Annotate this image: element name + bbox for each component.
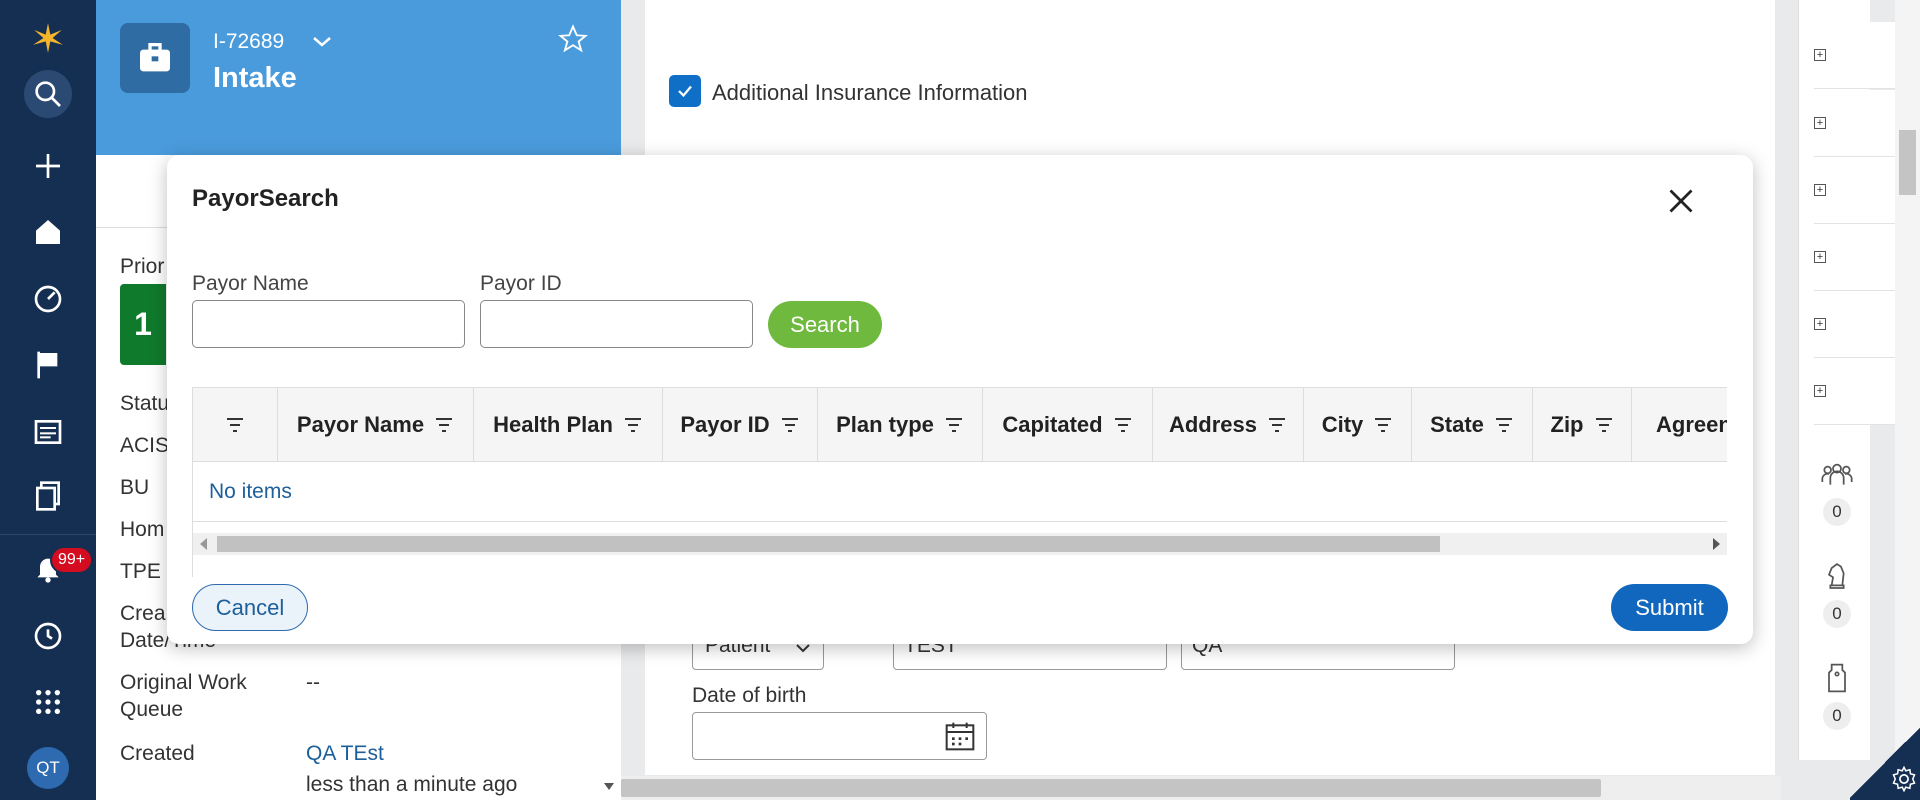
select-column-header[interactable]	[193, 388, 278, 461]
payor-id-label: Payor ID	[480, 272, 562, 295]
grid-horizontal-scrollbar[interactable]	[193, 533, 1727, 555]
filter-icon	[436, 417, 453, 432]
column-header-label: Payor ID	[680, 411, 770, 437]
column-header-state[interactable]: State	[1412, 388, 1533, 461]
column-header-address[interactable]: Address	[1153, 388, 1304, 461]
empty-row: No items	[193, 462, 1727, 522]
column-header-label: Capitated	[1002, 411, 1103, 437]
grid-header: Payor Name Health Plan Payor ID Plan typ…	[193, 387, 1727, 462]
column-header-label: Zip	[1550, 411, 1584, 437]
close-icon[interactable]	[1663, 183, 1699, 219]
scroll-right-icon[interactable]	[1713, 538, 1720, 550]
column-header-label: State	[1430, 411, 1484, 437]
column-header-label: Agreen	[1656, 411, 1727, 437]
search-button[interactable]: Search	[768, 301, 882, 348]
scrollbar-thumb[interactable]	[217, 536, 1440, 552]
column-header-payor-id[interactable]: Payor ID	[663, 388, 818, 461]
filter-icon	[1495, 417, 1512, 432]
column-header-label: Health Plan	[493, 411, 613, 437]
submit-button[interactable]: Submit	[1611, 584, 1728, 631]
scroll-left-icon[interactable]	[200, 538, 207, 550]
filter-icon	[1114, 417, 1131, 432]
column-header-label: Address	[1168, 411, 1258, 437]
filter-icon	[227, 417, 243, 432]
payor-name-label: Payor Name	[192, 272, 309, 295]
column-header-agreement[interactable]: Agreen	[1632, 388, 1727, 461]
payor-search-modal: PayorSearch Payor Name Payor ID Search P…	[167, 155, 1753, 644]
cancel-button[interactable]: Cancel	[192, 584, 308, 631]
column-header-capitated[interactable]: Capitated	[983, 388, 1153, 461]
filter-icon	[781, 417, 798, 432]
filter-icon	[1595, 417, 1612, 432]
column-header-zip[interactable]: Zip	[1533, 388, 1632, 461]
column-header-label: City	[1321, 411, 1364, 437]
column-header-city[interactable]: City	[1304, 388, 1412, 461]
filter-icon	[1375, 417, 1392, 432]
payor-name-input[interactable]	[192, 300, 465, 348]
filter-icon	[624, 417, 641, 432]
column-header-health-plan[interactable]: Health Plan	[474, 388, 663, 461]
column-header-plan-type[interactable]: Plan type	[818, 388, 983, 461]
column-header-payor-name[interactable]: Payor Name	[278, 388, 474, 461]
column-header-label: Plan type	[836, 411, 934, 437]
payor-id-input[interactable]	[480, 300, 753, 348]
payor-results-grid: Payor Name Health Plan Payor ID Plan typ…	[192, 387, 1727, 577]
no-items-text: No items	[209, 480, 292, 503]
modal-title: PayorSearch	[192, 185, 339, 212]
filter-icon	[1269, 417, 1286, 432]
column-header-label: Payor Name	[296, 411, 425, 437]
filter-icon	[945, 417, 962, 432]
